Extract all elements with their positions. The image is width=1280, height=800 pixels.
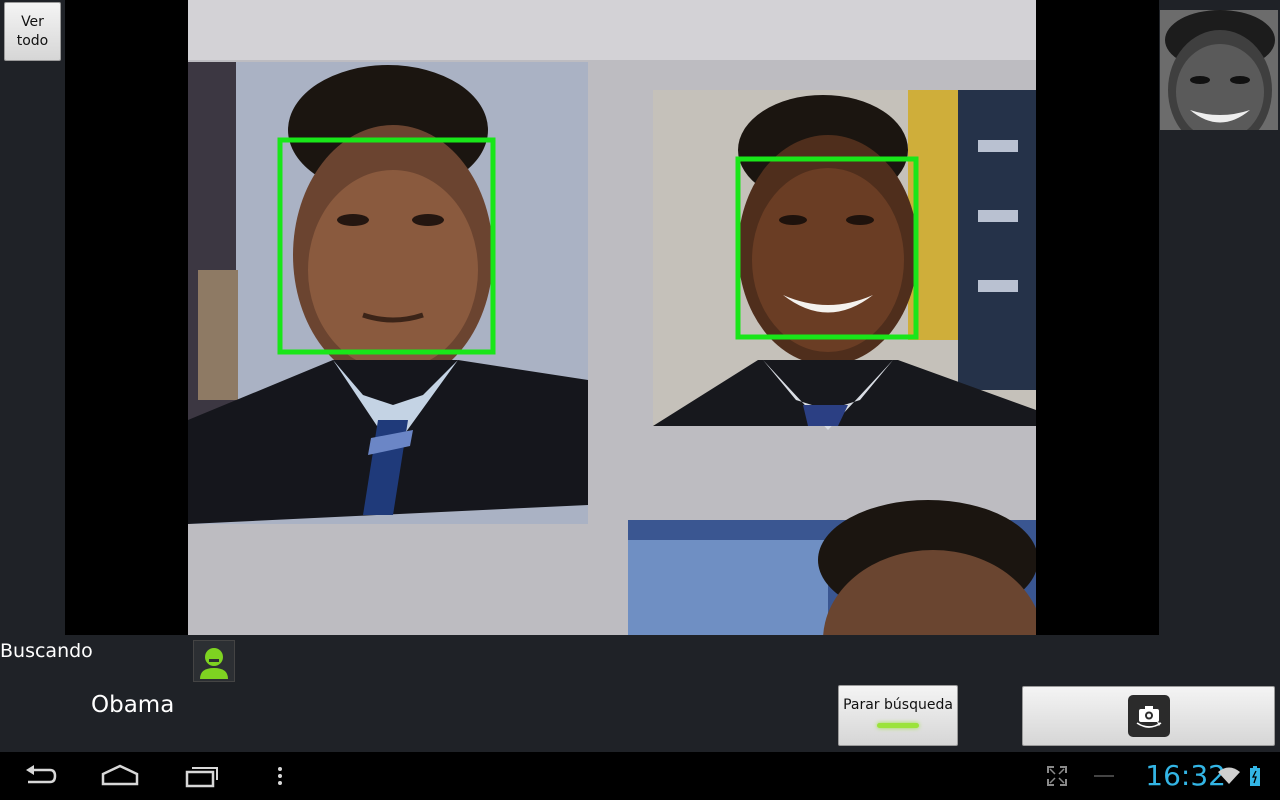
view-all-label-line2: todo <box>16 32 49 49</box>
switch-camera-button[interactable] <box>1022 686 1275 746</box>
left-photo <box>188 62 588 524</box>
recognized-person-name: Obama <box>91 692 175 718</box>
back-icon[interactable] <box>20 760 60 792</box>
toggle-indicator <box>877 723 919 728</box>
view-all-label-line1: Ver <box>21 13 44 30</box>
recognized-face-thumbnail <box>1160 10 1278 130</box>
fullscreen-icon[interactable] <box>1045 760 1069 792</box>
stop-search-label: Parar búsqueda <box>843 697 953 713</box>
right-photo <box>653 90 1036 430</box>
notification-dash-icon <box>1094 760 1114 792</box>
battery-icon <box>1248 760 1262 792</box>
menu-icon[interactable] <box>270 760 290 792</box>
status-clock: 16:32 <box>1145 759 1226 792</box>
person-icon <box>193 640 235 682</box>
camera-viewport <box>65 0 1159 635</box>
wifi-icon <box>1218 760 1240 792</box>
system-navigation-bar: 16:32 <box>0 752 1280 800</box>
stop-search-button[interactable]: Parar búsqueda <box>838 685 958 746</box>
view-all-button[interactable]: Ver todo <box>4 2 61 61</box>
recent-apps-icon[interactable] <box>182 760 222 792</box>
search-status-text: Buscando <box>0 640 93 662</box>
camera-feed-image <box>188 0 1036 635</box>
camera-switch-icon <box>1127 695 1170 737</box>
bottom-photo <box>628 500 1036 635</box>
home-icon[interactable] <box>100 760 140 792</box>
